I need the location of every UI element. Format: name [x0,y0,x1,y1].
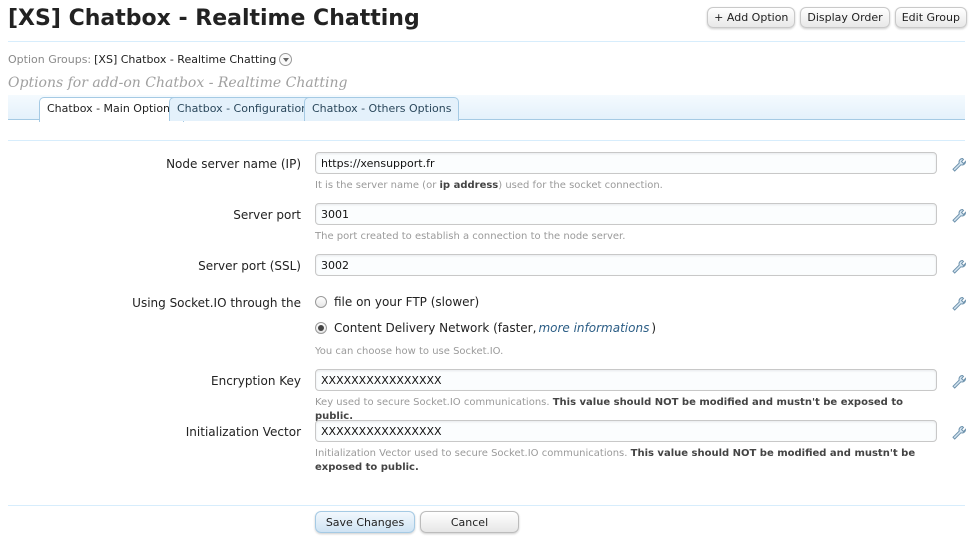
add-option-button[interactable]: + Add Option [707,7,796,28]
socketio-cdn-label: Content Delivery Network (faster, [334,321,537,335]
save-changes-button[interactable]: Save Changes [315,511,415,533]
section-divider-bottom [8,505,965,506]
server-port-ssl-input[interactable] [315,254,937,276]
tab-others-options[interactable]: Chatbox - Others Options [304,97,460,121]
encryption-key-explain-text: Key used to secure Socket.IO communicati… [315,397,553,408]
breadcrumb-label: Option Groups: [8,53,92,66]
node-server-input[interactable] [315,152,937,174]
chevron-down-icon[interactable] [279,53,293,66]
node-server-label: Node server name (IP) [166,157,301,171]
section-divider-top [8,140,965,141]
init-vector-input[interactable] [315,420,937,442]
tab-main-options[interactable]: Chatbox - Main Options [39,97,184,122]
server-port-input[interactable] [315,203,937,225]
socketio-source-explain: You can choose how to use Socket.IO. [315,346,504,357]
wrench-icon[interactable] [951,259,967,275]
wrench-icon[interactable] [951,157,967,173]
wrench-icon[interactable] [951,296,967,312]
socketio-cdn-option[interactable]: Content Delivery Network (faster, more i… [315,321,656,335]
node-server-explain: It is the server name (or ip address) us… [315,179,935,193]
socketio-ftp-label: file on your FTP (slower) [334,295,480,309]
node-server-explain-text-end: ) used for the socket connection. [498,180,663,191]
node-server-explain-bold: ip address [439,180,499,191]
options-subtitle: Options for add-on Chatbox - Realtime Ch… [8,75,348,91]
more-informations-link[interactable]: more informations [538,321,649,335]
wrench-icon[interactable] [951,208,967,224]
socketio-ftp-option[interactable]: file on your FTP (slower) [315,295,479,309]
init-vector-explain-text: Initialization Vector used to secure Soc… [315,448,631,459]
socketio-source-label: Using Socket.IO through the [132,296,301,310]
init-vector-label: Initialization Vector [185,425,301,439]
server-port-ssl-label: Server port (SSL) [198,259,301,273]
socketio-cdn-radio[interactable] [315,322,327,334]
encryption-key-label: Encryption Key [211,374,301,388]
socketio-ftp-radio[interactable] [315,296,327,308]
socketio-cdn-label-end: ) [651,321,657,335]
wrench-icon[interactable] [951,425,967,441]
server-port-label: Server port [233,208,301,222]
page-title: [XS] Chatbox - Realtime Chatting [8,6,420,31]
init-vector-explain: Initialization Vector used to secure Soc… [315,447,935,475]
title-divider [8,41,965,42]
breadcrumb: Option Groups: [XS] Chatbox - Realtime C… [8,53,293,66]
tab-configuration[interactable]: Chatbox - Configuration [169,97,317,121]
cancel-button[interactable]: Cancel [420,511,519,533]
tab-bar: Chatbox - Main Options Chatbox - Configu… [8,95,965,122]
top-toolbar: + Add Option Display Order Edit Group [707,7,967,28]
node-server-explain-text: It is the server name (or [315,180,440,191]
encryption-key-input[interactable] [315,369,937,391]
display-order-button[interactable]: Display Order [800,7,890,28]
wrench-icon[interactable] [951,374,967,390]
edit-group-button[interactable]: Edit Group [894,7,967,28]
breadcrumb-option-group-link[interactable]: [XS] Chatbox - Realtime Chatting [94,53,276,66]
server-port-explain: The port created to establish a connecti… [315,231,626,242]
